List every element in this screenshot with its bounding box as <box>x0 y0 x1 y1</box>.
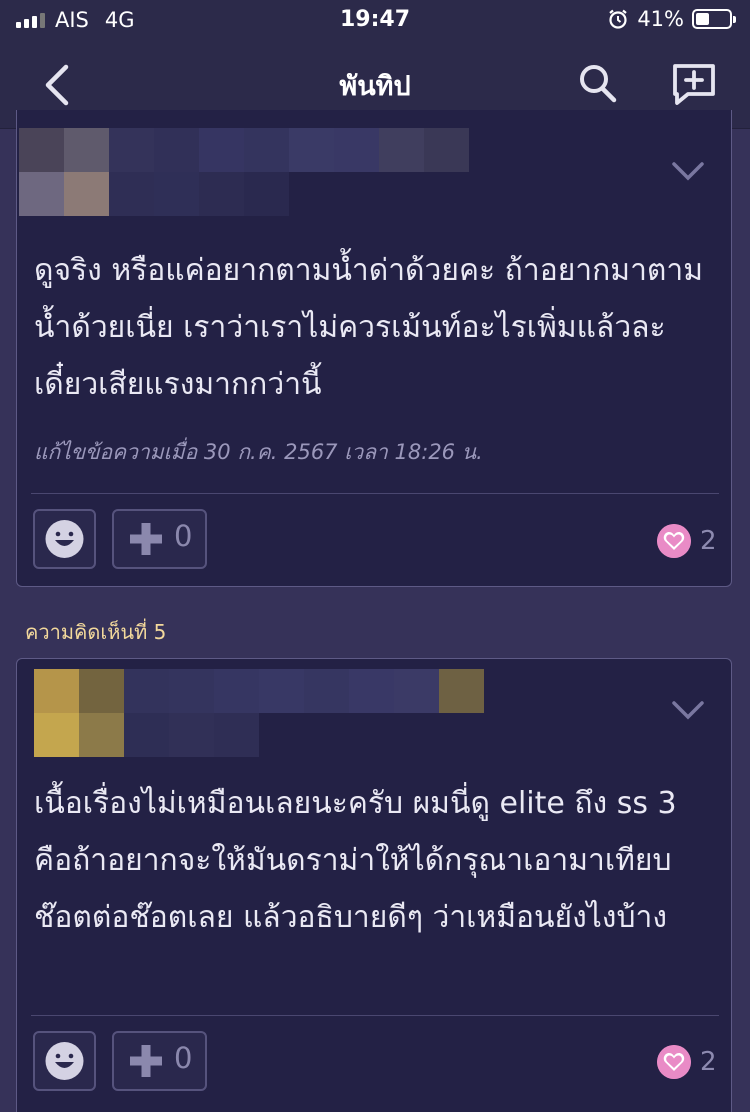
comment-number-label: ความคิดเห็นที่ 5 <box>25 620 167 644</box>
battery-percent: 41% <box>637 7 684 31</box>
smiley-icon <box>45 1042 84 1080</box>
alarm-icon <box>609 9 628 29</box>
edit-timestamp: แก้ไขข้อความเมื่อ 30 ก.ค. 2567 เวลา 18:2… <box>34 440 483 464</box>
chevron-down-icon[interactable] <box>671 160 705 182</box>
comment-card: เนื้อเรื่องไม่เหมือนเลยนะครับ ผมนี่ดู el… <box>16 658 732 1112</box>
comment-card: ดูจริง หรือแค่อยากตามน้ำด่าด้วยคะ ถ้าอยา… <box>16 110 732 587</box>
plus-vote-button[interactable]: 0 <box>112 509 207 569</box>
plus-icon <box>130 523 162 555</box>
battery-icon <box>692 9 736 29</box>
avatar-pixelated <box>34 669 484 757</box>
chevron-down-icon[interactable] <box>671 699 705 721</box>
smiley-icon <box>45 520 84 558</box>
search-icon[interactable] <box>578 62 620 106</box>
heart-count: 2 <box>700 1047 717 1077</box>
new-topic-icon[interactable] <box>670 62 718 108</box>
heart-icon[interactable] <box>657 1045 691 1079</box>
heart-count: 2 <box>700 526 717 556</box>
heart-icon[interactable] <box>657 524 691 558</box>
plus-count: 0 <box>174 519 193 553</box>
comment-text: เนื้อเรื่องไม่เหมือนเลยนะครับ ผมนี่ดู el… <box>34 786 677 935</box>
status-bar: AIS 4G 19:47 41% <box>0 0 750 42</box>
plus-vote-button[interactable]: 0 <box>112 1031 207 1091</box>
plus-icon <box>130 1045 162 1077</box>
plus-count: 0 <box>174 1041 193 1075</box>
page-title: พันทิป <box>339 71 411 102</box>
comment-text: ดูจริง หรือแค่อยากตามน้ำด่าด้วยคะ ถ้าอยา… <box>34 253 704 402</box>
status-right: 41% <box>607 7 736 31</box>
divider <box>31 493 719 494</box>
emoji-reaction-button[interactable] <box>33 1031 96 1091</box>
avatar-pixelated <box>19 128 469 216</box>
emoji-reaction-button[interactable] <box>33 509 96 569</box>
divider <box>31 1015 719 1016</box>
